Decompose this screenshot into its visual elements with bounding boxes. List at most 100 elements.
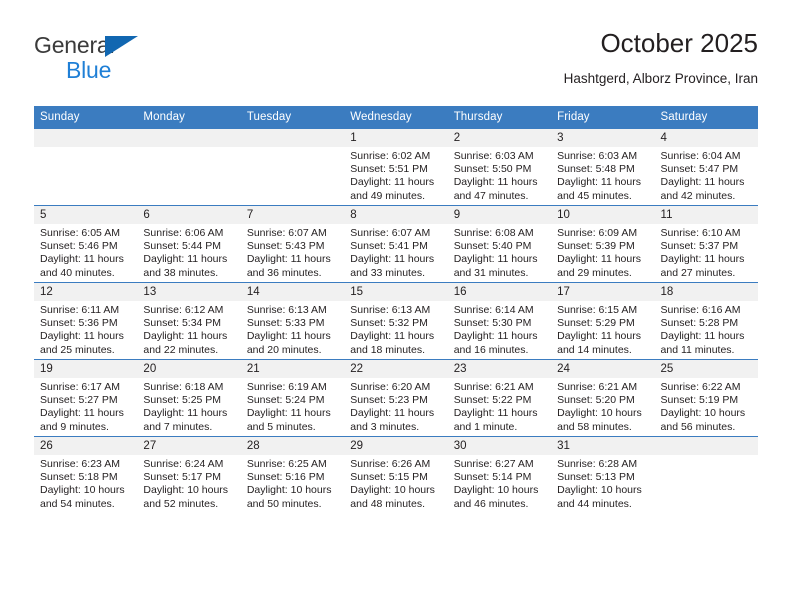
- daylight-text-line2: and 20 minutes.: [246, 343, 322, 356]
- sunset-text: Sunset: 5:28 PM: [660, 317, 739, 330]
- calendar-week-row: 26 Sunrise: 6:23 AM Sunset: 5:18 PM Dayligh…: [34, 436, 758, 513]
- daylight-text-line1: Daylight: 11 hours: [40, 253, 124, 266]
- sunset-text: Sunset: 5:24 PM: [246, 394, 325, 407]
- sunset-text: Sunset: 5:33 PM: [246, 317, 325, 330]
- day-details: [655, 455, 758, 458]
- sunset-text: Sunset: 5:22 PM: [453, 394, 532, 407]
- day-details: Sunrise: 6:16 AM Sunset: 5:28 PM Daylight:…: [655, 301, 758, 357]
- calendar-day-cell[interactable]: 24 Sunrise: 6:21 AM Sunset: 5:20 PM Dayligh…: [551, 359, 655, 437]
- daylight-text-line1: Daylight: 11 hours: [40, 330, 124, 343]
- page-header: General Blue October 2025 Hashtgerd, Alb…: [34, 26, 758, 98]
- sunrise-text: Sunrise: 6:04 AM: [660, 150, 741, 162]
- calendar-day-cell[interactable]: 11 Sunrise: 6:10 AM Sunset: 5:37 PM Dayligh…: [654, 205, 758, 283]
- day-details: Sunrise: 6:06 AM Sunset: 5:44 PM Daylight:…: [137, 224, 240, 280]
- calendar-day-cell[interactable]: 9 Sunrise: 6:08 AM Sunset: 5:40 PM Daylight…: [447, 205, 552, 283]
- day-details: Sunrise: 6:07 AM Sunset: 5:43 PM Daylight:…: [241, 224, 344, 280]
- calendar-header-row: Sunday Monday Tuesday Wednesday Thursday…: [34, 106, 758, 129]
- day-details: Sunrise: 6:03 AM Sunset: 5:48 PM Daylight:…: [551, 147, 654, 203]
- day-number: 15: [344, 283, 448, 301]
- general-blue-logo[interactable]: General Blue: [34, 32, 154, 88]
- daylight-text-line1: Daylight: 11 hours: [660, 330, 745, 343]
- calendar-day-cell[interactable]: 5 Sunrise: 6:05 AM Sunset: 5:46 PM Daylight…: [34, 205, 138, 283]
- day-number: 23: [447, 360, 552, 378]
- daylight-text-line1: Daylight: 11 hours: [40, 407, 124, 420]
- calendar-day-cell[interactable]: 22 Sunrise: 6:20 AM Sunset: 5:23 PM Dayligh…: [344, 359, 448, 437]
- sunset-text: Sunset: 5:51 PM: [350, 163, 428, 176]
- calendar-day-cell[interactable]: 1 Sunrise: 6:02 AM Sunset: 5:51 PM Daylight…: [344, 128, 448, 206]
- calendar-day-cell[interactable]: 12 Sunrise: 6:11 AM Sunset: 5:36 PM Dayligh…: [34, 282, 138, 360]
- calendar-day-cell[interactable]: 25 Sunrise: 6:22 AM Sunset: 5:19 PM Dayligh…: [654, 359, 758, 437]
- calendar-day-cell[interactable]: 16 Sunrise: 6:14 AM Sunset: 5:30 PM Dayligh…: [447, 282, 552, 360]
- daylight-text-line2: and 16 minutes.: [453, 343, 529, 356]
- daylight-text-line2: and 33 minutes.: [350, 266, 425, 279]
- calendar-day-cell[interactable]: 26 Sunrise: 6:23 AM Sunset: 5:18 PM Dayligh…: [34, 436, 138, 513]
- daylight-text-line1: Daylight: 11 hours: [350, 407, 435, 420]
- day-details: Sunrise: 6:21 AM Sunset: 5:22 PM Daylight:…: [448, 378, 551, 434]
- day-details: Sunrise: 6:10 AM Sunset: 5:37 PM Daylight:…: [655, 224, 758, 280]
- day-details: Sunrise: 6:07 AM Sunset: 5:41 PM Daylight:…: [344, 224, 447, 280]
- calendar-day-cell[interactable]: 23 Sunrise: 6:21 AM Sunset: 5:22 PM Dayligh…: [447, 359, 552, 437]
- daylight-text-line2: and 40 minutes.: [40, 266, 115, 279]
- sunrise-text: Sunrise: 6:06 AM: [143, 227, 224, 239]
- calendar-day-cell[interactable]: 14 Sunrise: 6:13 AM Sunset: 5:33 PM Dayligh…: [240, 282, 345, 360]
- day-number: 5: [34, 206, 138, 224]
- calendar-day-cell[interactable]: 29 Sunrise: 6:26 AM Sunset: 5:15 PM Dayligh…: [344, 436, 448, 513]
- daylight-text-line1: Daylight: 11 hours: [453, 176, 538, 189]
- calendar-day-cell[interactable]: 20 Sunrise: 6:18 AM Sunset: 5:25 PM Dayligh…: [137, 359, 241, 437]
- calendar-day-cell[interactable]: 15 Sunrise: 6:13 AM Sunset: 5:32 PM Dayligh…: [344, 282, 448, 360]
- calendar-day-cell[interactable]: 18 Sunrise: 6:16 AM Sunset: 5:28 PM Dayligh…: [654, 282, 758, 360]
- calendar-day-cell[interactable]: 13 Sunrise: 6:12 AM Sunset: 5:34 PM Dayligh…: [137, 282, 241, 360]
- sunrise-text: Sunrise: 6:02 AM: [350, 150, 431, 162]
- day-details: Sunrise: 6:08 AM Sunset: 5:40 PM Daylight:…: [448, 224, 551, 280]
- daylight-text-line2: and 38 minutes.: [143, 266, 219, 279]
- sunrise-text: Sunrise: 6:12 AM: [143, 304, 224, 316]
- sunrise-text: Sunrise: 6:21 AM: [453, 381, 534, 393]
- calendar-day-cell[interactable]: 7 Sunrise: 6:07 AM Sunset: 5:43 PM Daylight…: [240, 205, 345, 283]
- day-details: Sunrise: 6:22 AM Sunset: 5:19 PM Daylight:…: [655, 378, 758, 434]
- day-number: 3: [551, 129, 655, 147]
- day-details: Sunrise: 6:18 AM Sunset: 5:25 PM Daylight:…: [137, 378, 240, 434]
- daylight-text-line2: and 27 minutes.: [660, 266, 736, 279]
- daylight-text-line2: and 29 minutes.: [557, 266, 632, 279]
- sunset-text: Sunset: 5:13 PM: [557, 471, 635, 484]
- calendar-day-cell[interactable]: 10 Sunrise: 6:09 AM Sunset: 5:39 PM Dayligh…: [551, 205, 655, 283]
- daylight-text-line2: and 49 minutes.: [350, 189, 425, 202]
- daylight-text-line2: and 56 minutes.: [660, 420, 736, 433]
- calendar-day-cell[interactable]: 31 Sunrise: 6:28 AM Sunset: 5:13 PM Dayligh…: [551, 436, 655, 513]
- calendar-week-row: 5 Sunrise: 6:05 AM Sunset: 5:46 PM Daylight…: [34, 205, 758, 283]
- daylight-text-line1: Daylight: 11 hours: [660, 176, 745, 189]
- daylight-text-line2: and 54 minutes.: [40, 497, 115, 510]
- day-details: Sunrise: 6:24 AM Sunset: 5:17 PM Daylight:…: [137, 455, 240, 511]
- calendar-day-cell[interactable]: 21 Sunrise: 6:19 AM Sunset: 5:24 PM Dayligh…: [240, 359, 345, 437]
- day-number: 20: [137, 360, 241, 378]
- sunrise-text: Sunrise: 6:17 AM: [40, 381, 120, 393]
- calendar-day-cell[interactable]: 30 Sunrise: 6:27 AM Sunset: 5:14 PM Dayligh…: [447, 436, 552, 513]
- sunset-text: Sunset: 5:16 PM: [246, 471, 325, 484]
- calendar-day-cell[interactable]: 19 Sunrise: 6:17 AM Sunset: 5:27 PM Dayligh…: [34, 359, 138, 437]
- sunrise-text: Sunrise: 6:28 AM: [557, 458, 638, 470]
- day-details: Sunrise: 6:11 AM Sunset: 5:36 PM Daylight:…: [34, 301, 137, 357]
- day-number: [654, 437, 758, 455]
- day-details: Sunrise: 6:09 AM Sunset: 5:39 PM Daylight:…: [551, 224, 654, 280]
- day-details: Sunrise: 6:28 AM Sunset: 5:13 PM Daylight:…: [551, 455, 654, 511]
- calendar-day-cell[interactable]: 4 Sunrise: 6:04 AM Sunset: 5:47 PM Daylight…: [654, 128, 758, 206]
- calendar-day-cell[interactable]: 27 Sunrise: 6:24 AM Sunset: 5:17 PM Dayligh…: [137, 436, 241, 513]
- day-number: [137, 129, 241, 147]
- calendar-day-cell[interactable]: 3 Sunrise: 6:03 AM Sunset: 5:48 PM Daylight…: [551, 128, 655, 206]
- calendar-day-cell[interactable]: 6 Sunrise: 6:06 AM Sunset: 5:44 PM Daylight…: [137, 205, 241, 283]
- calendar-day-cell[interactable]: 8 Sunrise: 6:07 AM Sunset: 5:41 PM Daylight…: [344, 205, 448, 283]
- sunrise-text: Sunrise: 6:03 AM: [453, 150, 534, 162]
- weekday-header-monday: Monday: [137, 106, 241, 129]
- calendar-day-cell[interactable]: 17 Sunrise: 6:15 AM Sunset: 5:29 PM Dayligh…: [551, 282, 655, 360]
- daylight-text-line1: Daylight: 11 hours: [453, 253, 538, 266]
- day-number: 10: [551, 206, 655, 224]
- day-number: 21: [240, 360, 345, 378]
- day-number: 14: [240, 283, 345, 301]
- daylight-text-line2: and 7 minutes.: [143, 420, 213, 433]
- day-number: 2: [447, 129, 552, 147]
- calendar-day-cell[interactable]: 28 Sunrise: 6:25 AM Sunset: 5:16 PM Dayligh…: [240, 436, 345, 513]
- sunrise-text: Sunrise: 6:03 AM: [557, 150, 638, 162]
- daylight-text-line2: and 58 minutes.: [557, 420, 632, 433]
- calendar-day-cell[interactable]: 2 Sunrise: 6:03 AM Sunset: 5:50 PM Daylight…: [447, 128, 552, 206]
- page-subtitle: Hashtgerd, Alborz Province, Iran: [563, 71, 758, 86]
